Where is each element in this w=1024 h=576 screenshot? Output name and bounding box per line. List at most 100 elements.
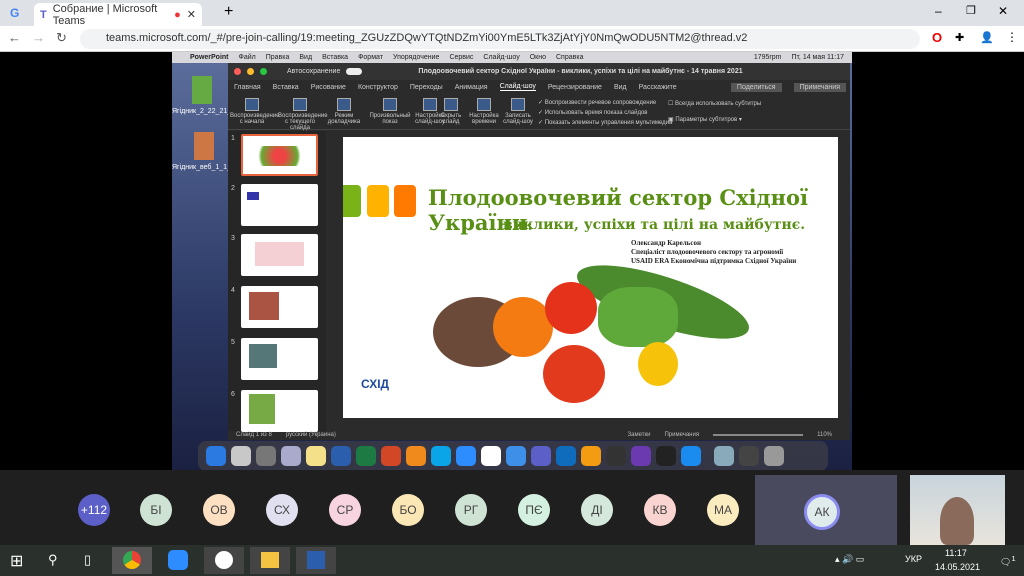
trash-icon[interactable] — [764, 446, 784, 466]
chrome-icon[interactable] — [481, 446, 501, 466]
checkbox-timings[interactable]: ✓ Использовать время показа слайдов — [538, 108, 672, 118]
slide-thumbnail[interactable] — [241, 234, 318, 276]
language[interactable]: русский (Украина) — [286, 432, 336, 438]
search-icon[interactable]: ⚲ — [48, 552, 58, 568]
taskbar-word[interactable] — [296, 547, 336, 574]
back-icon[interactable]: ← — [8, 30, 21, 45]
menu-item[interactable]: Формат — [358, 54, 383, 61]
participant-avatar[interactable]: ДІ — [581, 494, 613, 526]
participant-avatar[interactable]: ПЄ — [518, 494, 550, 526]
participant-avatar[interactable]: МА — [707, 494, 739, 526]
checkbox-narrations[interactable]: ✓ Воспроизвести речевое сопровождение — [538, 98, 672, 108]
imovie-icon[interactable] — [631, 446, 651, 466]
comments-button[interactable]: Примечания — [793, 82, 846, 92]
menu-item[interactable]: Вид — [299, 54, 312, 61]
slide-canvas[interactable]: Плодоовочевий сектор Східної України: ви… — [343, 137, 838, 418]
participant-avatar[interactable]: БІ — [140, 494, 172, 526]
menu-item[interactable]: Вставка — [322, 54, 348, 61]
self-avatar[interactable]: АК — [804, 494, 840, 530]
zoom-window-button[interactable] — [260, 68, 267, 75]
tab-design[interactable]: Конструктор — [358, 84, 398, 91]
minimize-window-button[interactable] — [247, 68, 254, 75]
desktop-file[interactable]: Ягідник_веб_1_1_2021.pdf — [172, 164, 258, 171]
menu-app[interactable]: PowerPoint — [190, 54, 229, 61]
menu-item[interactable]: Правка — [266, 54, 290, 61]
participant-avatar[interactable]: ОВ — [203, 494, 235, 526]
tab-slideshow[interactable]: Слайд-шоу — [499, 83, 536, 91]
subtitle-settings-button[interactable]: ▣ Параметры субтитров ▾ — [668, 116, 742, 123]
notes-icon[interactable] — [306, 446, 326, 466]
record-slideshow-button[interactable]: Записать слайд-шоу — [500, 98, 536, 125]
skype-icon[interactable] — [431, 446, 451, 466]
menu-item[interactable]: Справка — [556, 54, 583, 61]
zoom-slider[interactable] — [713, 433, 804, 436]
autosave-toggle[interactable] — [346, 68, 363, 75]
books-icon[interactable] — [406, 446, 426, 466]
taskbar-zoom[interactable] — [158, 547, 198, 574]
settings-icon[interactable] — [256, 446, 276, 466]
app-store-icon[interactable] — [681, 446, 701, 466]
menu-item[interactable]: Окно — [530, 54, 546, 61]
slide-thumbnail[interactable] — [241, 390, 318, 432]
close-button[interactable]: ✕ — [998, 4, 1008, 18]
menu-item[interactable]: Файл — [239, 54, 256, 61]
downloads-icon[interactable] — [714, 446, 734, 466]
preview-icon[interactable] — [281, 446, 301, 466]
new-tab-button[interactable]: + — [224, 3, 233, 21]
slide-thumbnail[interactable] — [241, 134, 318, 176]
activity-monitor-icon[interactable] — [656, 446, 676, 466]
participant-avatar[interactable]: СР — [329, 494, 361, 526]
pdf-file-icon[interactable] — [194, 132, 214, 160]
participant-avatar[interactable]: БО — [392, 494, 424, 526]
tab-home[interactable]: Главная — [234, 84, 261, 91]
window-thumb-icon[interactable] — [739, 446, 759, 466]
taskbar-app[interactable] — [204, 547, 244, 574]
excel-icon[interactable] — [356, 446, 376, 466]
opera-icon[interactable]: O — [932, 30, 942, 45]
word-icon[interactable] — [331, 446, 351, 466]
menu-item[interactable]: Слайд-шоу — [483, 54, 519, 61]
play-from-start-button[interactable]: Воспроизведение с начала — [230, 98, 280, 125]
finder-icon[interactable] — [206, 446, 226, 466]
taskbar-chrome[interactable] — [112, 547, 152, 574]
taskbar-date[interactable]: 14.05.2021 — [935, 562, 980, 572]
share-button[interactable]: Поделиться — [730, 82, 782, 92]
rehearse-timings-button[interactable]: Настройка времени — [466, 98, 502, 125]
url-input[interactable]: teams.microsoft.com/_#/pre-join-calling/… — [80, 29, 920, 49]
profile-icon[interactable]: 👤 — [980, 31, 994, 44]
participant-avatar[interactable]: РГ — [455, 494, 487, 526]
powerpoint-icon[interactable] — [381, 446, 401, 466]
tab-draw[interactable]: Рисование — [311, 84, 346, 91]
menu-icon[interactable]: ⋮ — [1006, 30, 1018, 44]
tray-icons[interactable]: ▴ 🔊 ▭ — [835, 554, 864, 565]
extensions-icon[interactable]: ✚ — [955, 31, 964, 44]
tab-animations[interactable]: Анимация — [455, 84, 488, 91]
slide-thumbnail[interactable] — [241, 184, 318, 226]
menu-item[interactable]: Упорядочение — [393, 54, 439, 61]
tab-review[interactable]: Рецензирование — [548, 84, 602, 91]
zoom-icon[interactable] — [456, 446, 476, 466]
windows-start-icon[interactable]: ⊞ — [10, 551, 23, 571]
checkbox-always-subtitles[interactable]: ☐ Всегда использовать субтитры — [668, 100, 761, 107]
menu-item[interactable]: Сервис — [449, 54, 473, 61]
player-icon[interactable] — [581, 446, 601, 466]
notifications-icon[interactable]: 🗨1 — [1000, 554, 1016, 568]
presenter-view-button[interactable]: Режим докладчика — [322, 98, 366, 125]
tab-insert[interactable]: Вставка — [273, 84, 299, 91]
comments-status-button[interactable]: Примечания — [664, 432, 699, 438]
desktop-file[interactable]: Ягідник_2_22_21_ВЕБ.pdf — [172, 108, 257, 115]
taskbar-time[interactable]: 11:17 — [945, 548, 967, 558]
notes-button[interactable]: Заметки — [628, 432, 651, 438]
outlook-icon[interactable] — [556, 446, 576, 466]
forward-icon[interactable]: → — [32, 30, 45, 45]
taskbar-file-explorer[interactable] — [250, 547, 290, 574]
more-participants-button[interactable]: +112 — [78, 494, 110, 526]
launchpad-icon[interactable] — [231, 446, 251, 466]
tell-me[interactable]: Расскажите — [639, 84, 677, 91]
slide-thumbnail[interactable] — [241, 338, 318, 380]
tab-view[interactable]: Вид — [614, 84, 627, 91]
restore-button[interactable]: ❐ — [966, 4, 976, 17]
slide-thumbnail[interactable] — [241, 286, 318, 328]
language-indicator[interactable]: УКР — [905, 554, 922, 564]
tab-transitions[interactable]: Переходы — [410, 84, 443, 91]
